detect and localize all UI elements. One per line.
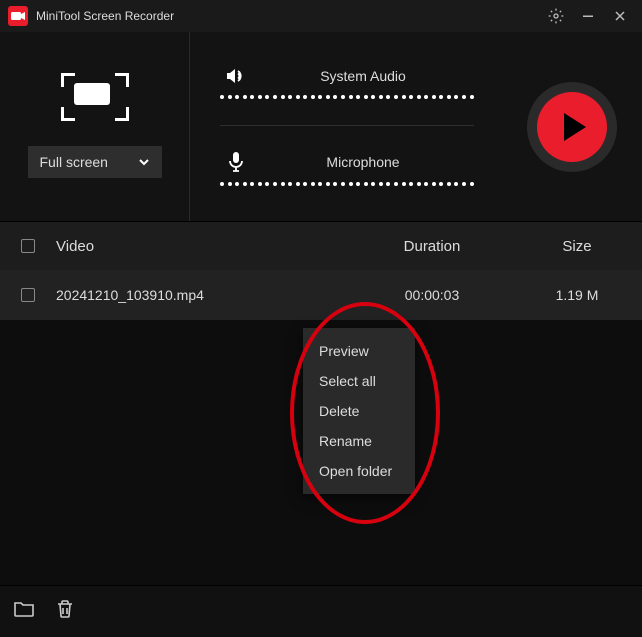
menu-item-rename[interactable]: Rename <box>303 426 415 456</box>
audio-section: System Audio Microphone <box>190 32 502 221</box>
capture-mode-label: Full screen <box>40 154 108 170</box>
close-button[interactable] <box>604 2 636 30</box>
microphone-row: Microphone <box>220 152 474 186</box>
row-size: 1.19 M <box>512 287 642 303</box>
menu-item-open-folder[interactable]: Open folder <box>303 456 415 486</box>
row-checkbox[interactable] <box>21 288 35 302</box>
title-bar: MiniTool Screen Recorder <box>0 0 642 32</box>
footer-bar <box>0 585 642 637</box>
capture-area-icon[interactable] <box>64 76 126 118</box>
select-all-checkbox[interactable] <box>21 239 35 253</box>
system-audio-label: System Audio <box>252 68 474 84</box>
record-button[interactable] <box>537 92 607 162</box>
table-row[interactable]: 20241210_103910.mp4 00:00:03 1.19 M <box>0 270 642 320</box>
app-title: MiniTool Screen Recorder <box>36 9 174 23</box>
system-audio-level <box>220 95 474 99</box>
record-section <box>502 32 642 221</box>
column-header-video: Video <box>56 238 352 255</box>
chevron-down-icon <box>138 156 150 168</box>
settings-button[interactable] <box>540 2 572 30</box>
minimize-button[interactable] <box>572 2 604 30</box>
row-filename: 20241210_103910.mp4 <box>56 287 352 303</box>
open-folder-button[interactable] <box>14 600 34 623</box>
microphone-label: Microphone <box>252 154 474 170</box>
control-panel: Full screen System Audio Microphone <box>0 32 642 222</box>
menu-item-select-all[interactable]: Select all <box>303 366 415 396</box>
microphone-icon[interactable] <box>220 152 252 172</box>
column-header-size: Size <box>512 238 642 255</box>
app-icon <box>8 6 28 26</box>
row-duration: 00:00:03 <box>352 287 512 303</box>
capture-area-section: Full screen <box>0 32 190 221</box>
context-menu: Preview Select all Delete Rename Open fo… <box>303 328 415 494</box>
microphone-level <box>220 182 474 186</box>
capture-mode-dropdown[interactable]: Full screen <box>28 146 162 178</box>
speaker-icon[interactable] <box>220 67 252 85</box>
menu-item-delete[interactable]: Delete <box>303 396 415 426</box>
delete-button[interactable] <box>56 599 74 624</box>
recordings-header: Video Duration Size <box>0 222 642 270</box>
column-header-duration: Duration <box>352 238 512 255</box>
system-audio-row: System Audio <box>220 67 474 99</box>
menu-item-preview[interactable]: Preview <box>303 336 415 366</box>
